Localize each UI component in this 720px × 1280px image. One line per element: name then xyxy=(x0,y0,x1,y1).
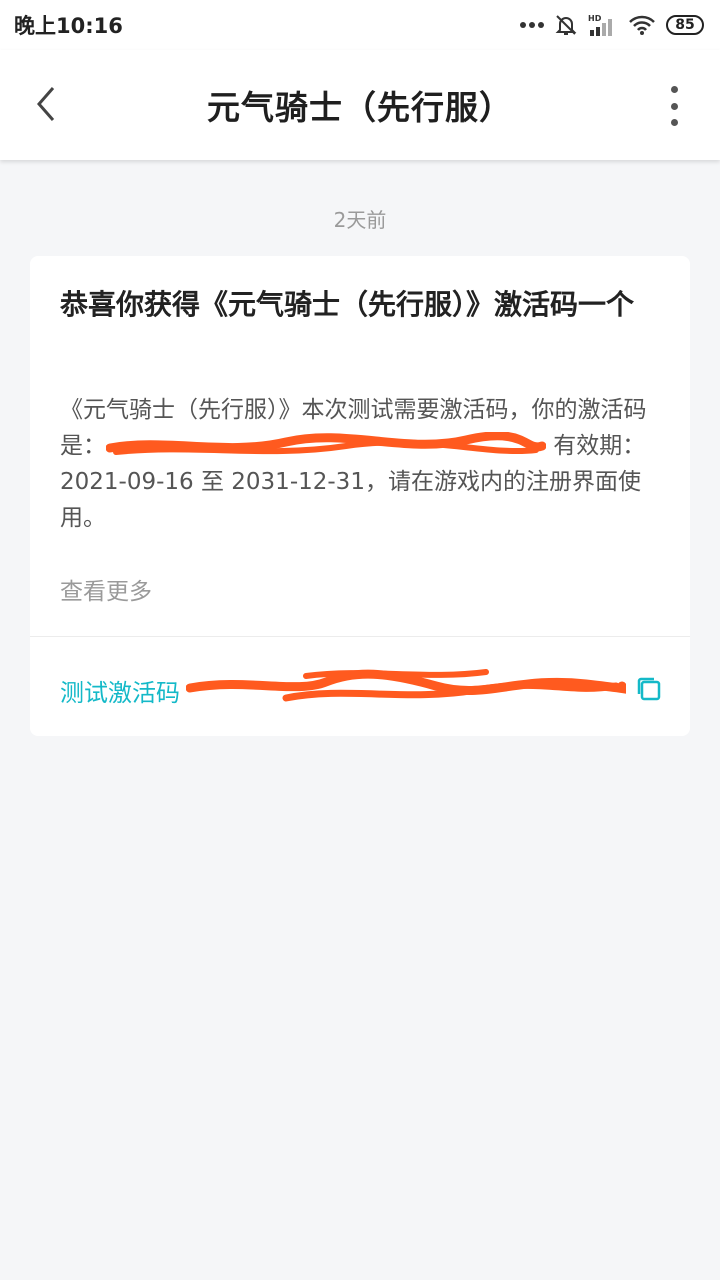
activation-code-label: 测试激活码 xyxy=(60,678,180,707)
dots-icon xyxy=(520,21,544,29)
activation-code-row[interactable]: 测试激活码 xyxy=(60,669,662,710)
back-button[interactable] xyxy=(26,80,66,128)
hd-signal-icon: HD xyxy=(588,13,618,37)
message-body: 《元气骑士（先行服）》本次测试需要激活码，你的激活码是： 有效期：2021-09… xyxy=(60,392,660,536)
message-title: 恭喜你获得《元气骑士（先行服）》激活码一个 xyxy=(60,288,635,321)
more-button[interactable] xyxy=(664,86,684,126)
redaction-scribble xyxy=(106,431,546,456)
battery-icon: 85 xyxy=(666,15,704,35)
wifi-icon xyxy=(628,14,656,36)
chevron-left-icon xyxy=(37,87,55,121)
svg-text:HD: HD xyxy=(588,14,602,23)
mute-bell-icon xyxy=(554,13,578,37)
more-dot xyxy=(670,119,678,126)
page-title: 元气骑士（先行服） xyxy=(207,88,513,127)
status-icons: HD 85 xyxy=(520,13,704,37)
app-bar: 元气骑士（先行服） xyxy=(0,50,720,160)
status-bar: 晚上10:16 HD 85 xyxy=(0,0,720,50)
more-vertical-icon xyxy=(670,86,678,93)
copy-icon[interactable] xyxy=(636,676,662,706)
status-time: 晚上10:16 xyxy=(14,14,123,38)
see-more-link[interactable]: 查看更多 xyxy=(60,572,152,606)
message-card: 恭喜你获得《元气骑士（先行服）》激活码一个 《元气骑士（先行服）》本次测试需要激… xyxy=(30,256,690,736)
divider xyxy=(30,636,690,637)
message-timestamp: 2天前 xyxy=(333,208,387,232)
more-dot xyxy=(670,102,678,110)
activation-code-redacted xyxy=(186,669,660,710)
